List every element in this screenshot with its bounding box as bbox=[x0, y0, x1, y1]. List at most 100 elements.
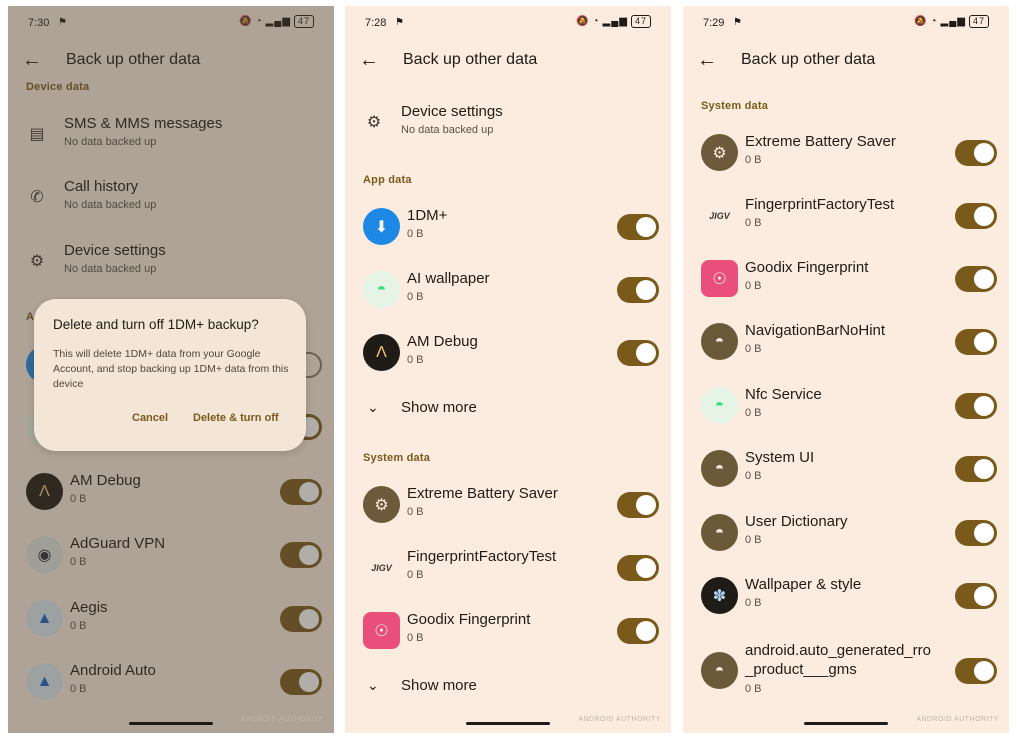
row-name: Goodix Fingerprint bbox=[407, 611, 531, 628]
row-wallpaper-style[interactable]: ✽ Wallpaper & style 0 B bbox=[683, 567, 1009, 623]
row-name: Device settings bbox=[401, 103, 503, 120]
row-name: AI wallpaper bbox=[407, 270, 490, 287]
backup-toggle[interactable] bbox=[955, 583, 997, 609]
row-name: Wallpaper & style bbox=[745, 576, 862, 593]
row-name: System UI bbox=[745, 449, 815, 466]
row-sub: 0 B bbox=[745, 154, 762, 166]
backup-toggle[interactable] bbox=[955, 456, 997, 482]
palette-icon: ✽ bbox=[701, 577, 738, 614]
gear-icon: ⚙ bbox=[366, 114, 382, 131]
backup-toggle[interactable] bbox=[617, 618, 659, 644]
row-sub: 0 B bbox=[407, 228, 424, 240]
row-sub: 0 B bbox=[745, 534, 762, 546]
gesture-nav-bar[interactable] bbox=[129, 722, 213, 725]
page-title: Back up other data bbox=[403, 51, 538, 68]
fingerprint-test-icon: JIGV bbox=[709, 210, 730, 221]
page-title: Back up other data bbox=[741, 51, 876, 68]
backup-toggle[interactable] bbox=[955, 203, 997, 229]
1dm-icon: ⬇ bbox=[363, 208, 400, 245]
row-name: 1DM+ bbox=[407, 207, 448, 224]
row-name: Extreme Battery Saver bbox=[407, 485, 558, 502]
gesture-nav-bar[interactable] bbox=[804, 722, 888, 725]
battery-icon: 47 bbox=[630, 15, 651, 28]
status-time: 7:29 bbox=[703, 17, 725, 29]
screen-1: 7:30 ⚑ 🔕 ◔ ▂▄▆ 47 ← Back up other data D… bbox=[8, 6, 334, 733]
watermark: ANDROID AUTHORITY bbox=[916, 716, 999, 723]
row-extreme-battery-saver[interactable]: ⚙ Extreme Battery Saver 0 B bbox=[683, 124, 1009, 180]
show-more-label: Show more bbox=[401, 399, 477, 416]
backup-toggle[interactable] bbox=[955, 393, 997, 419]
show-more-system-button[interactable]: ⌄ Show more bbox=[345, 667, 671, 707]
show-more-apps-button[interactable]: ⌄ Show more bbox=[345, 389, 671, 429]
gear-icon: ⚙ bbox=[701, 134, 738, 171]
row-sub: 0 B bbox=[407, 291, 424, 303]
backup-toggle[interactable] bbox=[617, 214, 659, 240]
signal-icon: ▂▄▆ bbox=[602, 16, 628, 27]
backup-toggle[interactable] bbox=[617, 555, 659, 581]
row-sub: No data backed up bbox=[401, 124, 494, 136]
row-goodix-fingerprint[interactable]: ☉ Goodix Fingerprint 0 B bbox=[345, 602, 671, 658]
row-navigation-bar-no-hint[interactable]: ◓ NavigationBarNoHint 0 B bbox=[683, 313, 1009, 369]
wifi-icon: ◔ bbox=[592, 16, 600, 27]
android-icon: ◓ bbox=[363, 271, 400, 308]
status-bar: 7:28 ⚑ 🔕 ◔ ▂▄▆ 47 bbox=[345, 6, 671, 36]
delete-turn-off-button[interactable]: Delete & turn off bbox=[193, 412, 279, 424]
gear-icon: ⚙ bbox=[363, 486, 400, 523]
gesture-nav-bar[interactable] bbox=[466, 722, 550, 725]
row-device-settings[interactable]: ⚙ Device settings No data backed up bbox=[345, 94, 671, 150]
row-nfc-service[interactable]: ◓ Nfc Service 0 B bbox=[683, 377, 1009, 433]
am-debug-icon: Λ bbox=[363, 334, 400, 371]
row-sub: 0 B bbox=[745, 683, 762, 695]
row-1dm[interactable]: ⬇ 1DM+ 0 B bbox=[345, 198, 671, 254]
backup-toggle[interactable] bbox=[955, 520, 997, 546]
row-extreme-battery-saver[interactable]: ⚙ Extreme Battery Saver 0 B bbox=[345, 476, 671, 532]
status-icons: 🔕 ◔ ▂▄▆ 47 bbox=[914, 15, 989, 28]
row-name-line-2: _product___gms bbox=[745, 661, 857, 678]
row-name: FingerprintFactoryTest bbox=[745, 196, 895, 213]
delete-backup-dialog: Delete and turn off 1DM+ backup? This wi… bbox=[34, 299, 306, 451]
signal-icon: ▂▄▆ bbox=[940, 16, 966, 27]
screen-2: 7:28 ⚑ 🔕 ◔ ▂▄▆ 47 ← Back up other data ⚙… bbox=[345, 6, 671, 733]
row-name: Nfc Service bbox=[745, 386, 822, 403]
row-user-dictionary[interactable]: ◓ User Dictionary 0 B bbox=[683, 504, 1009, 560]
backup-toggle[interactable] bbox=[955, 140, 997, 166]
status-bar: 7:29 ⚑ 🔕 ◔ ▂▄▆ 47 bbox=[683, 6, 1009, 36]
row-system-ui[interactable]: ◓ System UI 0 B bbox=[683, 440, 1009, 496]
row-sub: 0 B bbox=[407, 506, 424, 518]
row-auto-generated-rro[interactable]: ◓ android.auto_generated_rro _product___… bbox=[683, 640, 1009, 704]
row-sub: 0 B bbox=[745, 343, 762, 355]
top-app-bar: ← Back up other data bbox=[683, 42, 1009, 82]
backup-toggle[interactable] bbox=[955, 266, 997, 292]
row-fingerprint-factory-test[interactable]: JIGV FingerprintFactoryTest 0 B bbox=[683, 187, 1009, 243]
row-sub: 0 B bbox=[745, 470, 762, 482]
wifi-icon: ◔ bbox=[930, 16, 938, 27]
backup-toggle[interactable] bbox=[617, 492, 659, 518]
chevron-down-icon: ⌄ bbox=[367, 677, 379, 693]
row-fingerprint-factory-test[interactable]: JIGV FingerprintFactoryTest 0 B bbox=[345, 539, 671, 595]
top-app-bar: ← Back up other data bbox=[345, 42, 671, 82]
row-name: AM Debug bbox=[407, 333, 478, 350]
back-arrow-icon[interactable]: ← bbox=[359, 48, 379, 72]
backup-toggle[interactable] bbox=[955, 329, 997, 355]
row-goodix-fingerprint[interactable]: ☉ Goodix Fingerprint 0 B bbox=[683, 250, 1009, 306]
backup-toggle[interactable] bbox=[617, 277, 659, 303]
section-system-data: System data bbox=[701, 100, 769, 112]
notification-icon: ⚑ bbox=[733, 17, 742, 28]
row-am-debug[interactable]: Λ AM Debug 0 B bbox=[345, 324, 671, 380]
android-icon: ◓ bbox=[701, 387, 738, 424]
status-icons: 🔕 ◔ ▂▄▆ 47 bbox=[576, 15, 651, 28]
android-icon: ◓ bbox=[701, 323, 738, 360]
cancel-button[interactable]: Cancel bbox=[132, 412, 168, 424]
row-sub: 0 B bbox=[745, 407, 762, 419]
backup-toggle[interactable] bbox=[955, 658, 997, 684]
fingerprint-icon: ☉ bbox=[701, 260, 738, 297]
watermark: ANDROID AUTHORITY bbox=[241, 716, 324, 723]
row-name: Extreme Battery Saver bbox=[745, 133, 896, 150]
backup-toggle[interactable] bbox=[617, 340, 659, 366]
row-sub: 0 B bbox=[407, 569, 424, 581]
row-ai-wallpaper[interactable]: ◓ AI wallpaper 0 B bbox=[345, 261, 671, 317]
back-arrow-icon[interactable]: ← bbox=[697, 48, 717, 72]
row-sub: 0 B bbox=[407, 354, 424, 366]
row-name: User Dictionary bbox=[745, 513, 848, 530]
android-icon: ◓ bbox=[701, 450, 738, 487]
